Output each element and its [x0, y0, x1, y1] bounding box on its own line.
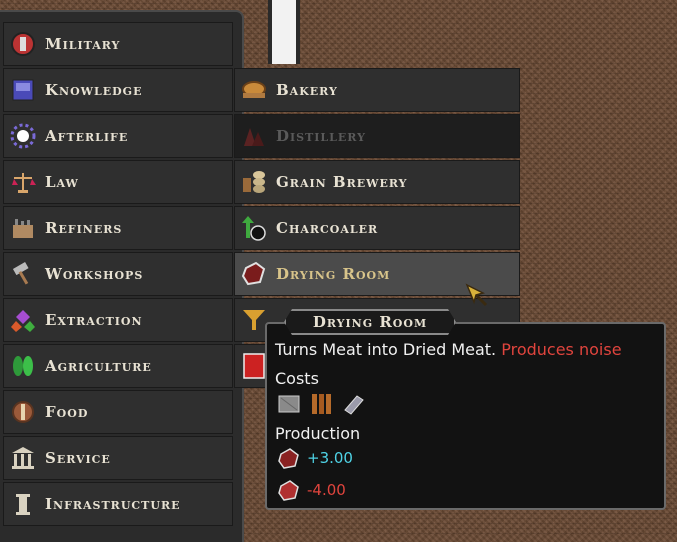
build-charcoaler[interactable]: Charcoaler	[234, 206, 520, 250]
building-label: Charcoaler	[276, 219, 379, 237]
funnel-icon	[240, 306, 268, 334]
map-structure	[268, 0, 300, 64]
book-icon	[9, 76, 37, 104]
spirit-icon	[9, 122, 37, 150]
cursor-icon	[465, 283, 488, 307]
book-red-icon	[240, 352, 268, 380]
category-label: Knowledge	[45, 81, 143, 99]
hammer-icon	[9, 260, 37, 288]
category-label: Service	[45, 449, 111, 467]
category-food[interactable]: Food	[3, 390, 233, 434]
tooltip-title: Drying Room	[284, 309, 456, 335]
production-gain: +3.00	[307, 449, 353, 467]
category-label: Food	[45, 403, 89, 421]
stone-icon	[278, 395, 300, 413]
category-knowledge[interactable]: Knowledge	[3, 68, 233, 112]
shield-icon	[9, 30, 37, 58]
category-label: Infrastructure	[45, 495, 181, 513]
pillars-icon	[9, 444, 37, 472]
production-label: Production	[275, 424, 361, 443]
category-label: Refiners	[45, 219, 123, 237]
tooltip-description: Turns Meat into Dried Meat. Produces noi…	[275, 340, 622, 359]
build-distillery[interactable]: Distillery	[234, 114, 520, 158]
building-tooltip: Turns Meat into Dried Meat. Produces noi…	[265, 322, 666, 510]
category-workshops[interactable]: Workshops	[3, 252, 233, 296]
category-label: Afterlife	[45, 127, 129, 145]
noise-warning: Produces noise	[501, 340, 622, 359]
build-bakery[interactable]: Bakery	[234, 68, 520, 112]
building-label: Distillery	[276, 127, 366, 145]
distillery-icon	[240, 122, 268, 150]
column-icon	[9, 490, 37, 518]
iron-icon	[344, 395, 364, 415]
category-service[interactable]: Service	[3, 436, 233, 480]
category-label: Workshops	[45, 265, 144, 283]
category-infrastructure[interactable]: Infrastructure	[3, 482, 233, 526]
category-label: Law	[45, 173, 79, 191]
barrels-icon	[240, 168, 268, 196]
build-grain-brewery[interactable]: Grain Brewery	[234, 160, 520, 204]
building-label: Grain Brewery	[276, 173, 408, 191]
building-label: Drying Room	[276, 265, 391, 283]
leaves-icon	[9, 352, 37, 380]
category-extraction[interactable]: Extraction	[3, 298, 233, 342]
bread-icon	[240, 76, 268, 104]
category-afterlife[interactable]: Afterlife	[3, 114, 233, 158]
category-law[interactable]: Law	[3, 160, 233, 204]
category-label: Extraction	[45, 311, 143, 329]
building-label: Bakery	[276, 81, 338, 99]
meat-icon	[9, 398, 37, 426]
category-refiners[interactable]: Refiners	[3, 206, 233, 250]
costs-label: Costs	[275, 369, 319, 388]
factory-icon	[9, 214, 37, 242]
wood-icon	[312, 394, 331, 414]
charcoal-icon	[240, 214, 268, 242]
category-agriculture[interactable]: Agriculture	[3, 344, 233, 388]
dried-meat-icon	[240, 260, 268, 288]
gems-icon	[9, 306, 37, 334]
production-cost: -4.00	[307, 481, 346, 499]
dried-meat-icon	[278, 448, 299, 469]
scales-icon	[9, 168, 37, 196]
description-text: Turns Meat into Dried Meat.	[275, 340, 497, 359]
category-label: Agriculture	[45, 357, 152, 375]
category-military[interactable]: Military	[3, 22, 233, 66]
category-label: Military	[45, 35, 121, 53]
meat-icon	[278, 480, 299, 501]
